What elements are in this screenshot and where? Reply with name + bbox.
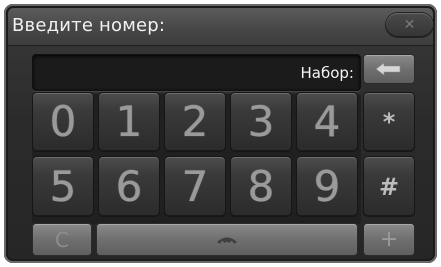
call-button[interactable] (96, 223, 358, 256)
title-bar: Введите номер: ✕ (8, 8, 433, 46)
close-button[interactable]: ✕ (386, 13, 433, 37)
close-x-icon: ✕ (403, 17, 416, 33)
display-label: Набор: (300, 64, 354, 82)
key-7[interactable]: 7 (164, 156, 226, 217)
plus-button[interactable]: + (363, 223, 415, 256)
key-8[interactable]: 8 (230, 156, 292, 217)
key-star[interactable]: * (363, 92, 415, 152)
key-3[interactable]: 3 (230, 92, 292, 152)
key-label: 9 (313, 161, 341, 211)
number-display: Набор: (32, 54, 361, 91)
key-label: * (382, 108, 396, 136)
clear-label: C (55, 227, 69, 252)
phone-handset-icon (217, 237, 237, 244)
key-label: 7 (181, 161, 209, 211)
key-label: 1 (115, 97, 143, 146)
plus-label: + (379, 226, 399, 252)
key-label: 6 (115, 161, 143, 211)
key-6[interactable]: 6 (98, 156, 160, 217)
key-label: 4 (313, 97, 341, 146)
dialog-title: Введите номер: (12, 15, 166, 36)
key-label: 8 (247, 161, 275, 211)
key-1[interactable]: 1 (98, 92, 160, 152)
backspace-button[interactable] (363, 54, 415, 84)
backspace-arrow-icon (376, 62, 401, 76)
clear-button[interactable]: C (32, 223, 92, 256)
key-5[interactable]: 5 (32, 156, 94, 217)
key-9[interactable]: 9 (296, 156, 358, 217)
key-hash[interactable]: # (363, 156, 415, 217)
key-label: 5 (49, 161, 77, 211)
dial-dialog: Введите номер: ✕ Набор: 0 1 2 3 4 * 5 6 (4, 4, 437, 263)
key-label: # (378, 172, 400, 201)
key-0[interactable]: 0 (32, 92, 94, 152)
key-label: 0 (49, 97, 77, 146)
key-2[interactable]: 2 (164, 92, 226, 152)
key-4[interactable]: 4 (296, 92, 358, 152)
key-label: 2 (181, 97, 209, 146)
key-label: 3 (247, 97, 275, 146)
